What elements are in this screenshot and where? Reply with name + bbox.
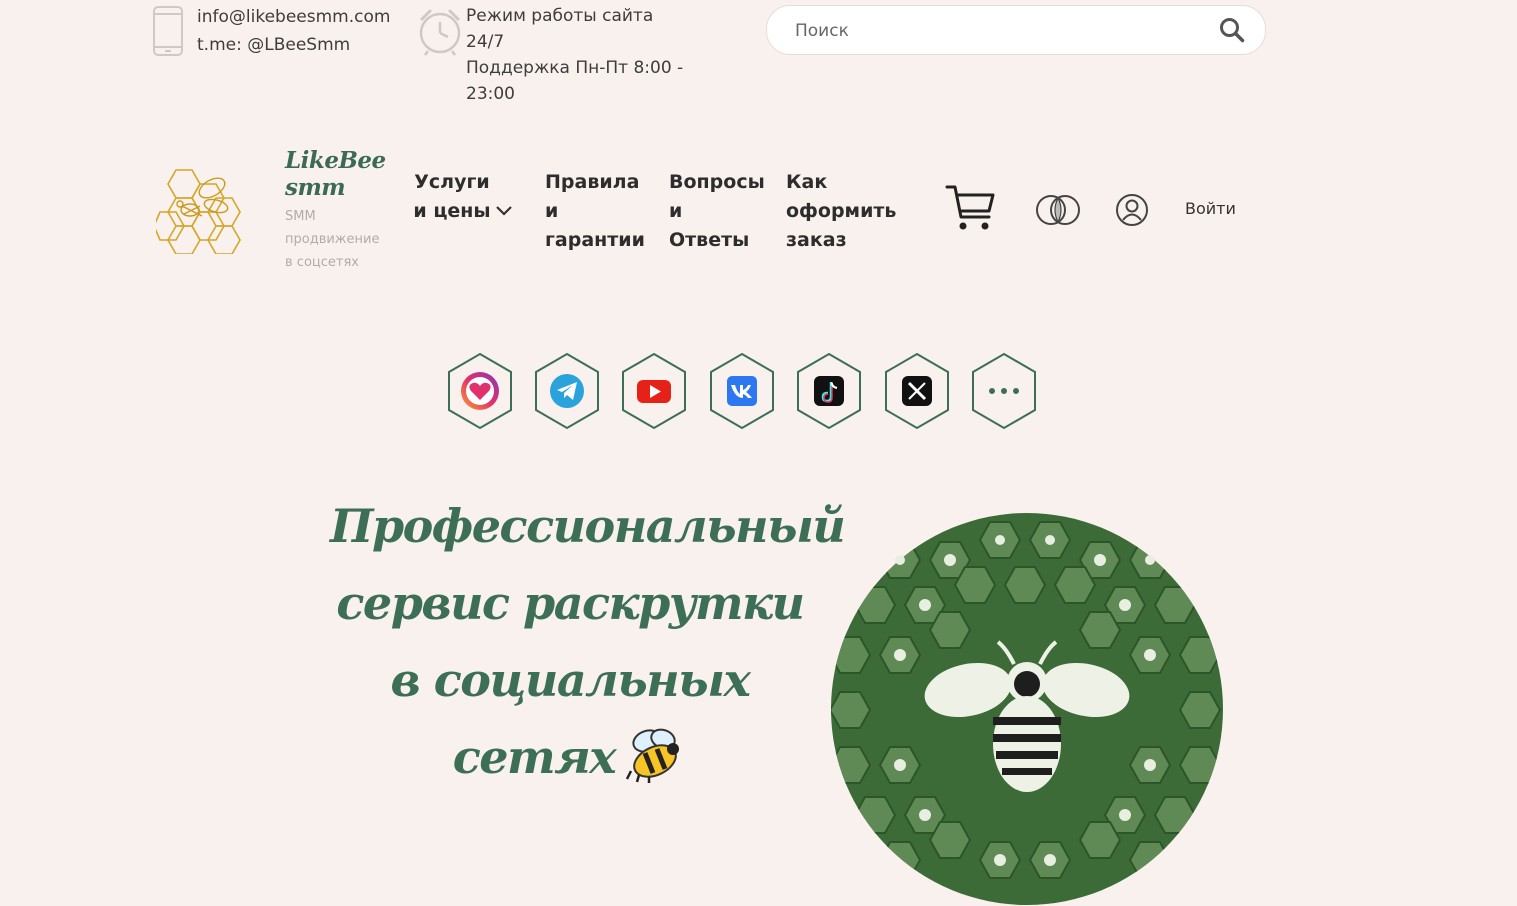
- search-icon[interactable]: [1219, 17, 1245, 43]
- social-more[interactable]: [970, 352, 1038, 430]
- instagram-like-icon: [448, 352, 512, 430]
- login-link[interactable]: Войти: [1185, 199, 1236, 218]
- user-icon[interactable]: [1115, 193, 1149, 227]
- more-icon: [972, 352, 1036, 430]
- social-tiktok[interactable]: [795, 352, 863, 430]
- contact-email[interactable]: info@likebeesmm.com: [197, 3, 390, 31]
- chevron-down-icon[interactable]: [494, 202, 514, 218]
- social-youtube[interactable]: [620, 352, 688, 430]
- tiktok-icon: [797, 352, 861, 430]
- hero-bee-honeycomb-image: [831, 513, 1223, 905]
- phone-icon: [153, 6, 183, 56]
- search-input[interactable]: [793, 18, 1197, 44]
- search-box: [766, 5, 1266, 55]
- social-instagram[interactable]: [446, 352, 514, 430]
- top-info-bar: info@likebeesmm.com t.me: @LBeeSmm Режим…: [0, 0, 1517, 104]
- currency-icon[interactable]: [1034, 193, 1082, 227]
- brand[interactable]: LikeBee smm SMM продвижение в соцсетях: [285, 147, 386, 274]
- hero-title-text: Профессиональный сервис раскрутки в соци…: [330, 499, 846, 784]
- nav-faq[interactable]: Вопросы и Ответы: [669, 168, 769, 255]
- nav-rules[interactable]: Правила и гарантии: [545, 168, 655, 255]
- hours-support: Поддержка Пн-Пт 8:00 - 23:00: [466, 58, 684, 104]
- vk-icon: [710, 352, 774, 430]
- bee-icon: [626, 728, 680, 783]
- brand-name[interactable]: LikeBee smm: [285, 147, 386, 201]
- hours-site: Режим работы сайта 24/7: [466, 6, 654, 52]
- social-x[interactable]: [883, 352, 951, 430]
- nav-services[interactable]: Услуги и цены: [412, 168, 492, 226]
- telegram-icon: [535, 352, 599, 430]
- logo-icon[interactable]: [156, 166, 246, 254]
- cart-icon[interactable]: [945, 183, 997, 233]
- brand-tagline: SMM продвижение в соцсетях: [285, 209, 380, 270]
- x-icon: [885, 352, 949, 430]
- clock-icon: [419, 9, 461, 56]
- contact-telegram[interactable]: t.me: @LBeeSmm: [197, 31, 390, 59]
- youtube-icon: [622, 352, 686, 430]
- social-vk[interactable]: [708, 352, 776, 430]
- nav-howto[interactable]: Как оформить заказ: [786, 168, 916, 255]
- social-telegram[interactable]: [533, 352, 601, 430]
- hero-title: Профессиональный сервис раскрутки в соци…: [330, 488, 846, 796]
